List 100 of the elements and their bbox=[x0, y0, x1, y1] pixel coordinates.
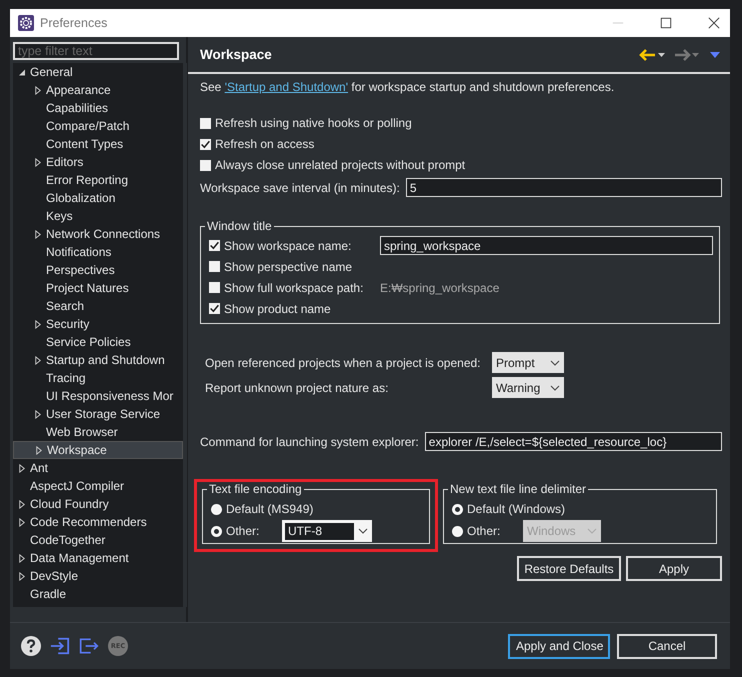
export-icon[interactable] bbox=[79, 636, 99, 656]
tree-item[interactable]: Globalization bbox=[13, 189, 183, 207]
tree-item[interactable]: Project Natures bbox=[13, 279, 183, 297]
input-field[interactable]: spring_workspace bbox=[380, 236, 713, 255]
checkbox[interactable] bbox=[200, 160, 211, 170]
back-arrow-icon[interactable] bbox=[638, 48, 666, 62]
apply-button[interactable]: Apply bbox=[626, 556, 722, 581]
tree-item[interactable]: UI Responsiveness Mor bbox=[13, 387, 183, 405]
tree-item[interactable]: Startup and Shutdown bbox=[13, 351, 183, 369]
cancel-button[interactable]: Cancel bbox=[617, 634, 717, 658]
apply-and-close-button[interactable]: Apply and Close bbox=[508, 634, 610, 658]
dropdown[interactable]: UTF-8 bbox=[282, 520, 372, 542]
checkbox[interactable] bbox=[209, 282, 220, 293]
group-title: New text file line delimiter bbox=[449, 482, 588, 496]
help-icon[interactable] bbox=[21, 636, 41, 656]
tree-item[interactable]: Ant bbox=[13, 459, 183, 477]
tree-item[interactable]: Capabilities bbox=[13, 99, 183, 117]
tree-item[interactable]: Data Management bbox=[13, 549, 183, 567]
group-title: Text file encoding bbox=[208, 482, 303, 496]
tree-item[interactable]: Web Browser bbox=[13, 423, 183, 441]
tree-item[interactable]: Network Connections bbox=[13, 225, 183, 243]
checkbox-label: Refresh using native hooks or polling bbox=[215, 116, 412, 130]
restore-defaults-button[interactable]: Restore Defaults bbox=[517, 556, 621, 581]
window-title: Preferences bbox=[40, 16, 108, 30]
tree-item[interactable]: Compare/Patch bbox=[13, 117, 183, 135]
checkbox-label: Show product name bbox=[224, 302, 332, 316]
collapsed-icon[interactable] bbox=[18, 518, 26, 526]
tree-item[interactable]: DevStyle bbox=[13, 567, 183, 585]
gear-icon bbox=[18, 15, 34, 31]
tree-item[interactable]: Cloud Foundry bbox=[13, 495, 183, 513]
input-field[interactable]: explorer /E,/select=${selected_resource_loc} bbox=[424, 432, 722, 451]
checkbox-label: Show workspace name: bbox=[224, 238, 352, 252]
tree-item[interactable]: AspectJ Compiler bbox=[13, 477, 183, 495]
caret-icon bbox=[587, 528, 597, 534]
field-label: Command for launching system explorer: bbox=[200, 434, 419, 448]
page-title: Workspace bbox=[200, 47, 272, 62]
tree-item[interactable]: Code Recommenders bbox=[13, 513, 183, 531]
checkbox[interactable] bbox=[200, 138, 211, 150]
tree-item[interactable]: Search bbox=[13, 297, 183, 315]
tree-item[interactable]: Error Reporting bbox=[13, 171, 183, 189]
radio-button[interactable] bbox=[452, 526, 463, 536]
collapsed-icon[interactable] bbox=[18, 554, 26, 562]
intro-text: See 'Startup and Shutdown' for workspace startup and shutdown preferences. bbox=[200, 80, 616, 94]
collapsed-icon[interactable] bbox=[34, 230, 42, 238]
dropdown[interactable]: Warning bbox=[492, 377, 564, 398]
tree-item[interactable]: User Storage Service bbox=[13, 405, 183, 423]
dropdown[interactable]: Prompt bbox=[492, 352, 564, 373]
collapsed-icon[interactable] bbox=[35, 446, 43, 454]
close-icon[interactable] bbox=[708, 17, 720, 29]
tree-item[interactable]: Editors bbox=[13, 153, 183, 171]
caret-icon bbox=[550, 360, 560, 366]
view-menu-icon[interactable] bbox=[710, 52, 720, 58]
tree-item[interactable]: Service Policies bbox=[13, 333, 183, 351]
radio-button[interactable] bbox=[211, 526, 222, 536]
tree-item[interactable]: Content Types bbox=[13, 135, 183, 153]
startup-link[interactable]: 'Startup and Shutdown' bbox=[224, 80, 348, 94]
field-label: Workspace save interval (in minutes): bbox=[200, 180, 400, 194]
collapsed-icon[interactable] bbox=[34, 86, 42, 94]
checkbox[interactable] bbox=[209, 240, 220, 251]
radio-label: Other: bbox=[226, 524, 260, 538]
caret-icon bbox=[358, 528, 368, 534]
dropdown-label: Open referenced projects when a project is opened: bbox=[205, 356, 482, 370]
checkbox[interactable] bbox=[209, 261, 220, 272]
tree-item[interactable]: Appearance bbox=[13, 81, 183, 99]
radio-label: Default (MS949) bbox=[226, 502, 314, 516]
dropdown-label: Report unknown project nature as: bbox=[205, 380, 390, 394]
checkbox-label: Show perspective name bbox=[224, 260, 354, 274]
checkbox[interactable] bbox=[200, 118, 211, 128]
radio-button[interactable] bbox=[452, 504, 463, 514]
collapsed-icon[interactable] bbox=[34, 356, 42, 364]
tree-item[interactable]: Security bbox=[13, 315, 183, 333]
input-field[interactable]: 5 bbox=[406, 178, 722, 197]
tree-item[interactable]: Gradle bbox=[13, 585, 183, 603]
collapsed-icon[interactable] bbox=[34, 158, 42, 166]
filter-field[interactable]: type filter text bbox=[13, 42, 179, 60]
tree-item[interactable]: Keys bbox=[13, 207, 183, 225]
radio-label: Default (Windows) bbox=[467, 502, 566, 516]
selected-tree-item[interactable]: Workspace bbox=[13, 441, 183, 459]
collapsed-icon[interactable] bbox=[18, 500, 26, 508]
tree-item[interactable]: General bbox=[13, 63, 183, 81]
checkbox[interactable] bbox=[209, 303, 220, 314]
path-text: E:₩spring_workspace bbox=[380, 280, 500, 294]
maximize-icon[interactable] bbox=[660, 17, 672, 29]
caret-icon bbox=[550, 384, 560, 390]
checkbox-label: Show full workspace path: bbox=[224, 280, 364, 294]
radio-button[interactable] bbox=[211, 504, 222, 514]
tree-item[interactable]: CodeTogether bbox=[13, 531, 183, 549]
checkbox-label: Always close unrelated projects without prompt bbox=[215, 158, 466, 172]
collapsed-icon[interactable] bbox=[34, 320, 42, 328]
tree-item[interactable]: Notifications bbox=[13, 243, 183, 261]
tree-item[interactable]: Tracing bbox=[13, 369, 183, 387]
collapsed-icon[interactable] bbox=[18, 572, 26, 580]
forward-arrow-icon[interactable] bbox=[672, 48, 700, 62]
radio-label: Other: bbox=[467, 524, 502, 538]
collapsed-icon[interactable] bbox=[18, 464, 26, 472]
group-title: Window title bbox=[206, 219, 273, 233]
tree-item[interactable]: Perspectives bbox=[13, 261, 183, 279]
collapsed-icon[interactable] bbox=[34, 410, 42, 418]
import-icon[interactable] bbox=[50, 636, 70, 656]
expanded-icon[interactable] bbox=[18, 68, 26, 76]
